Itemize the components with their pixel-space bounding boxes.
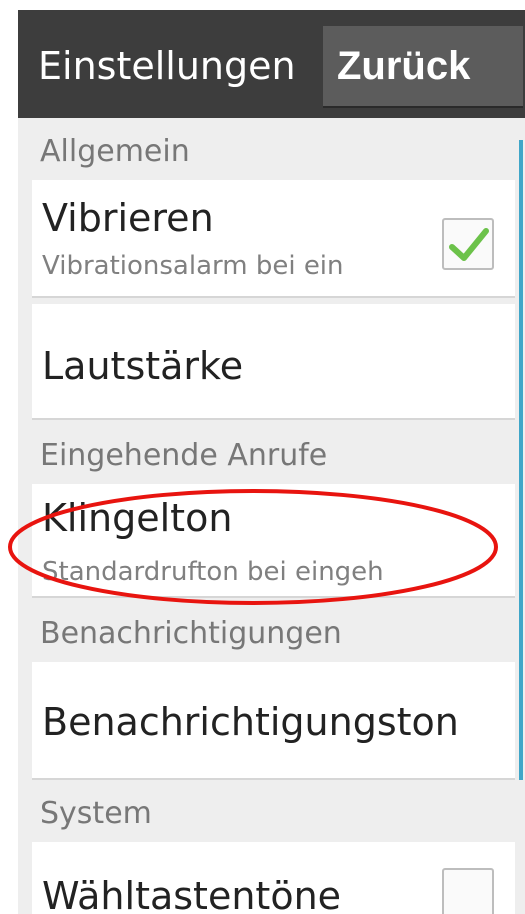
- section-header-notifications: Benachrichtigungen: [40, 616, 342, 651]
- back-button[interactable]: Zurück: [323, 26, 523, 106]
- section-header-general: Allgemein: [40, 134, 190, 169]
- dial-tones-checkbox[interactable]: [442, 868, 494, 914]
- list-item-dial-tones[interactable]: Wähltastentöne: [32, 842, 515, 914]
- notification-tone-title: Benachrichtigungston: [42, 700, 459, 744]
- volume-title: Lautstärke: [42, 344, 244, 388]
- check-mark-icon: [449, 228, 489, 261]
- vibrate-title: Vibrieren: [42, 196, 214, 240]
- dial-tones-title: Wähltastentöne: [42, 874, 342, 914]
- back-button-label: Zurück: [337, 44, 471, 88]
- page-title: Einstellungen: [38, 44, 296, 88]
- ringtone-subtitle: Standardrufton bei eingeh: [42, 557, 384, 587]
- settings-screen: Einstellungen Zurück Allgemein Vibrieren…: [18, 10, 525, 914]
- action-bar: Einstellungen Zurück: [18, 10, 525, 118]
- scrollbar[interactable]: [519, 140, 523, 780]
- ringtone-title: Klingelton: [42, 496, 233, 540]
- vibrate-subtitle: Vibrationsalarm bei ein: [42, 251, 344, 281]
- section-header-incoming-calls: Eingehende Anrufe: [40, 438, 328, 473]
- list-item-volume[interactable]: Lautstärke: [32, 304, 515, 418]
- vibrate-checkbox[interactable]: [442, 218, 494, 270]
- list-item-notification-tone[interactable]: Benachrichtigungston: [32, 662, 515, 778]
- section-header-system: System: [40, 796, 152, 831]
- list-item-vibrate[interactable]: Vibrieren Vibrationsalarm bei ein: [32, 180, 515, 296]
- list-item-ringtone[interactable]: Klingelton Standardrufton bei eingeh: [32, 484, 515, 596]
